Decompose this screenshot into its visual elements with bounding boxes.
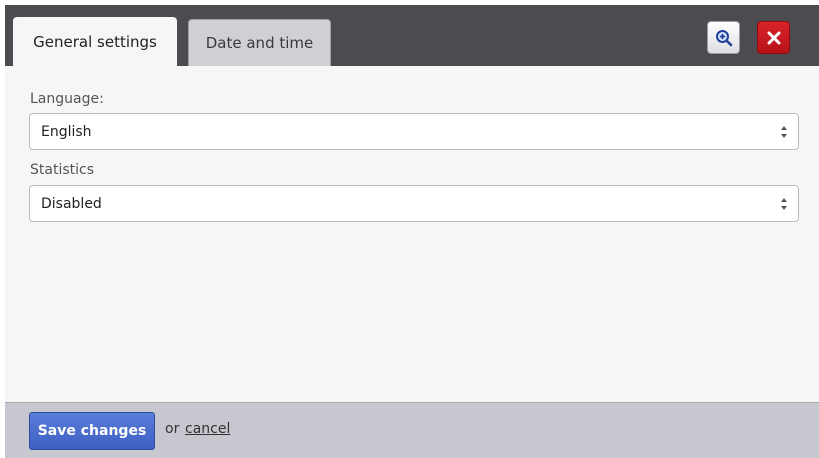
language-select[interactable]: English xyxy=(29,113,799,150)
tab-label: General settings xyxy=(33,32,157,51)
save-changes-button[interactable]: Save changes xyxy=(29,412,155,450)
cancel-link[interactable]: cancel xyxy=(185,421,230,437)
tab-date-and-time[interactable]: Date and time xyxy=(188,19,331,66)
settings-dialog: General settings Date and time Language:… xyxy=(5,5,819,458)
tab-general-settings[interactable]: General settings xyxy=(13,17,177,66)
language-value: English xyxy=(41,123,92,140)
select-arrows-icon xyxy=(781,126,787,138)
or-text: or xyxy=(165,421,180,437)
dialog-header: General settings Date and time xyxy=(5,5,819,66)
statistics-value: Disabled xyxy=(41,195,102,212)
dialog-footer: Save changes or cancel xyxy=(5,402,819,458)
close-icon xyxy=(767,31,780,44)
zoom-in-icon xyxy=(715,29,732,46)
tab-label: Date and time xyxy=(205,34,314,52)
zoom-button[interactable] xyxy=(707,21,740,54)
statistics-label: Statistics xyxy=(30,162,94,178)
select-arrows-icon xyxy=(781,198,787,210)
close-button[interactable] xyxy=(757,21,790,54)
language-label: Language: xyxy=(30,91,104,107)
statistics-select[interactable]: Disabled xyxy=(29,185,799,222)
